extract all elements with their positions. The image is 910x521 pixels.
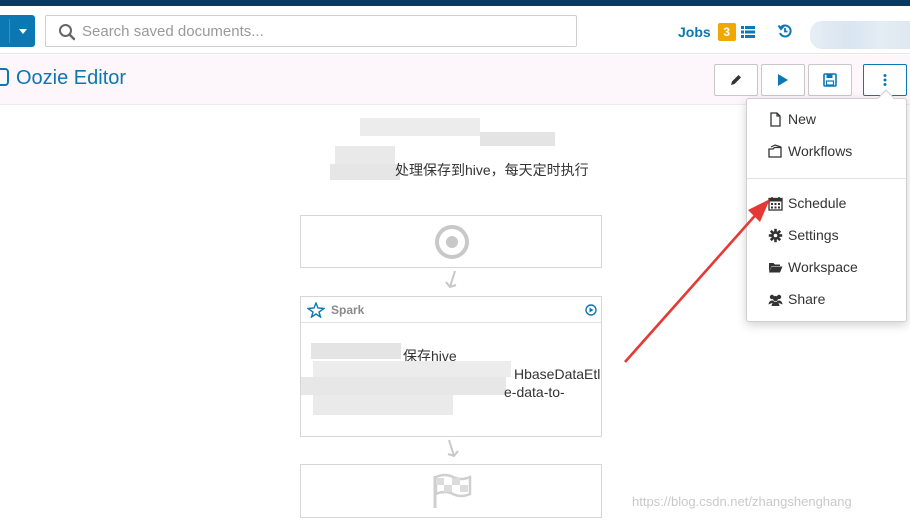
calendar-icon [768,197,783,211]
vertical-dots-icon [883,74,887,86]
search-box[interactable] [45,15,577,47]
spark-node-header: Spark [301,297,601,323]
finish-flag-icon [433,473,472,508]
watermark: https://blog.csdn.net/zhangshenghang [632,494,852,509]
users-icon [768,294,783,306]
spark-node-label: Spark [331,303,365,317]
play-icon [778,74,788,86]
file-icon [770,112,781,127]
end-node[interactable] [300,464,602,518]
run-button[interactable] [761,64,805,96]
menu-divider [747,178,906,179]
spark-icon [307,302,325,318]
blurred-node-3 [301,377,506,395]
menu-item-label: Settings [788,227,839,243]
caret-down-icon [19,29,27,34]
flow-arrow-icon [445,270,457,289]
spark-node-line2: HbaseDataEtl [514,366,601,382]
menu-item-label: Share [788,291,826,307]
jobs-label[interactable]: Jobs [678,24,711,40]
top-bar: Jobs 3 [0,6,910,54]
menu-item-label: Workflows [788,143,853,159]
blurred-desc-1 [335,146,395,164]
jobs-count-badge[interactable]: 3 [717,23,736,41]
search-input[interactable] [82,16,562,46]
blurred-title-2 [480,132,555,146]
more-actions-menu: New Workflows Schedule Settings Workspac… [746,89,907,322]
jobs-indicator[interactable]: Jobs 3 [678,22,755,42]
flow-arrow-icon [447,439,459,458]
run-node-icon[interactable] [585,304,597,316]
gear-icon [768,228,783,243]
workflow-description: 处理保存到hive，每天定时执行 [395,162,589,178]
blurred-node-2 [313,361,511,377]
workflow-icon [768,144,782,158]
oozie-app-icon [0,68,9,86]
blurred-node-1 [311,343,401,359]
search-icon [59,24,76,41]
menu-item-workspace[interactable]: Workspace [747,253,906,281]
start-node[interactable] [300,215,602,268]
menu-item-new[interactable]: New [747,105,906,133]
menu-item-schedule[interactable]: Schedule [747,189,906,217]
edit-button[interactable] [714,64,758,96]
menu-item-share[interactable]: Share [747,285,906,313]
menu-item-settings[interactable]: Settings [747,221,906,249]
page-title: Oozie Editor [16,67,127,89]
menu-item-workflows[interactable]: Workflows [747,137,906,165]
history-icon[interactable] [777,23,793,39]
split-separator [9,19,10,43]
user-menu-blurred[interactable] [810,21,910,49]
blurred-node-4 [313,395,453,415]
folder-open-icon [769,263,783,273]
spark-node-line3: e-data-to- [504,384,565,400]
start-target-icon [435,225,469,259]
menu-item-label: Schedule [788,195,847,211]
blurred-title [360,118,480,136]
pencil-icon [731,75,741,85]
spark-action-node[interactable]: Spark 保存hive HbaseDataEtl e-data-to- [300,296,602,437]
menu-item-label: Workspace [788,259,858,275]
main-menu-dropdown-button[interactable] [0,15,35,47]
blurred-desc-2 [330,164,400,180]
save-button[interactable] [808,64,852,96]
save-icon [823,73,837,87]
job-list-icon[interactable] [740,26,755,38]
menu-item-label: New [788,111,817,127]
